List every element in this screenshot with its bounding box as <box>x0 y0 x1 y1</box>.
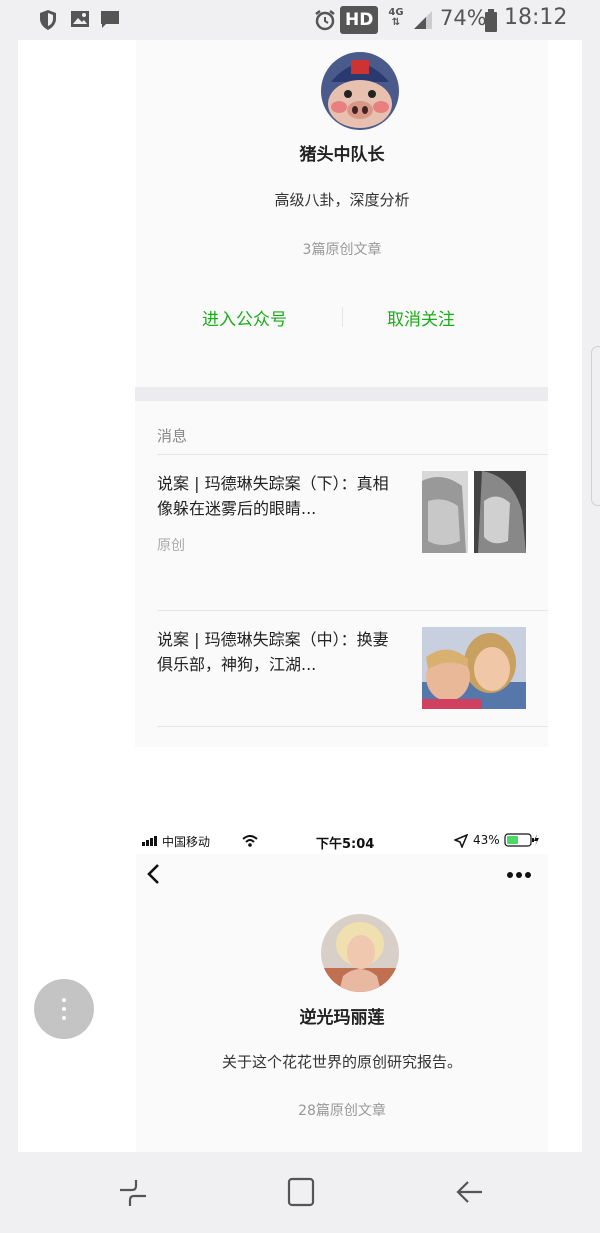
avatar[interactable] <box>321 52 399 130</box>
ios-battery-percent: 43% <box>473 833 500 847</box>
section-divider <box>135 387 548 401</box>
article-thumbnail <box>422 627 526 709</box>
article-thumbnail <box>422 471 526 553</box>
clock: 18:12 <box>504 5 568 30</box>
avatar[interactable] <box>321 914 399 992</box>
ios-status-bar: 中国移动 下午5:04 43% <box>136 828 548 854</box>
more-dots-icon <box>507 872 531 878</box>
divider <box>157 726 548 727</box>
navigation-bar <box>0 1152 600 1233</box>
list-item[interactable]: 说案 | 玛德琳失踪案（中）：换妻俱乐部，神狗，江湖... <box>157 627 548 727</box>
profile-card-2: 逆光玛丽莲 关于这个花花世界的原创研究报告。 28篇原创文章 <box>136 854 548 1152</box>
dot <box>62 1016 66 1020</box>
pig-avatar-image <box>321 52 399 130</box>
marilyn-avatar-image <box>321 914 399 992</box>
back-nav-icon[interactable] <box>454 1176 484 1208</box>
carrier: 中国移动 <box>162 835 211 849</box>
hd-badge: HD <box>340 6 379 34</box>
original-tag: 原创 <box>157 538 185 554</box>
messages-label: 消息 <box>157 427 188 445</box>
page-content: 猪头中队长 高级八卦，深度分析 3篇原创文章 进入公众号 取消关注 消息 说案 … <box>18 40 582 1152</box>
article-count: 3篇原创文章 <box>302 242 382 258</box>
back-button[interactable] <box>146 862 160 892</box>
cell-signal-icon <box>142 836 157 846</box>
profile-description: 高级八卦，深度分析 <box>274 191 410 209</box>
thumbnail-image <box>422 627 526 709</box>
edge-panel-handle[interactable] <box>591 346 600 506</box>
article-title: 说案 | 玛德琳失踪案（下）：真相像躲在迷雾后的眼睛... <box>157 474 389 518</box>
recent-apps-icon[interactable] <box>118 1176 148 1208</box>
ios-time: 下午5:04 <box>316 837 375 852</box>
enter-account-button[interactable]: 进入公众号 <box>202 305 287 330</box>
network-type: 4G ⇅ <box>388 7 404 28</box>
dot <box>62 1007 66 1011</box>
dot <box>62 998 66 1002</box>
profile-name: 逆光玛丽莲 <box>299 1008 385 1028</box>
alarm-icon <box>315 10 335 31</box>
wifi-icon <box>242 835 258 847</box>
article-title: 说案 | 玛德琳失踪案（中）：换妻俱乐部，神狗，江湖... <box>157 630 389 674</box>
more-button[interactable] <box>506 864 532 883</box>
chat-icon <box>101 11 119 28</box>
button-divider <box>342 307 343 327</box>
action-buttons: 进入公众号 取消关注 <box>136 305 548 330</box>
messages-section: 消息 说案 | 玛德琳失踪案（下）：真相像躲在迷雾后的眼睛... 原创 说案 |… <box>135 387 548 747</box>
profile-name: 猪头中队长 <box>299 145 385 165</box>
chevron-left-icon <box>147 864 159 884</box>
gallery-icon <box>71 11 89 27</box>
status-bar: HD 4G ⇅ 74% 18:12 <box>0 0 600 40</box>
unfollow-button[interactable]: 取消关注 <box>387 305 455 330</box>
divider <box>157 454 548 455</box>
shield-icon <box>40 10 56 30</box>
signal-icon <box>414 11 432 29</box>
list-item[interactable]: 说案 | 玛德琳失踪案（下）：真相像躲在迷雾后的眼睛... 原创 <box>157 471 548 571</box>
home-icon[interactable] <box>286 1176 316 1208</box>
ios-battery-icon <box>504 833 539 847</box>
article-count: 28篇原创文章 <box>298 1103 386 1119</box>
assistive-menu-button[interactable] <box>34 979 94 1039</box>
profile-description: 关于这个花花世界的原创研究报告。 <box>221 1053 462 1071</box>
thumbnail-image <box>422 471 526 553</box>
profile-card-1: 猪头中队长 高级八卦，深度分析 3篇原创文章 进入公众号 取消关注 <box>136 40 548 425</box>
location-icon <box>454 834 468 848</box>
divider <box>157 610 548 611</box>
battery-percent: 74% <box>440 6 487 30</box>
battery-icon <box>485 9 497 32</box>
